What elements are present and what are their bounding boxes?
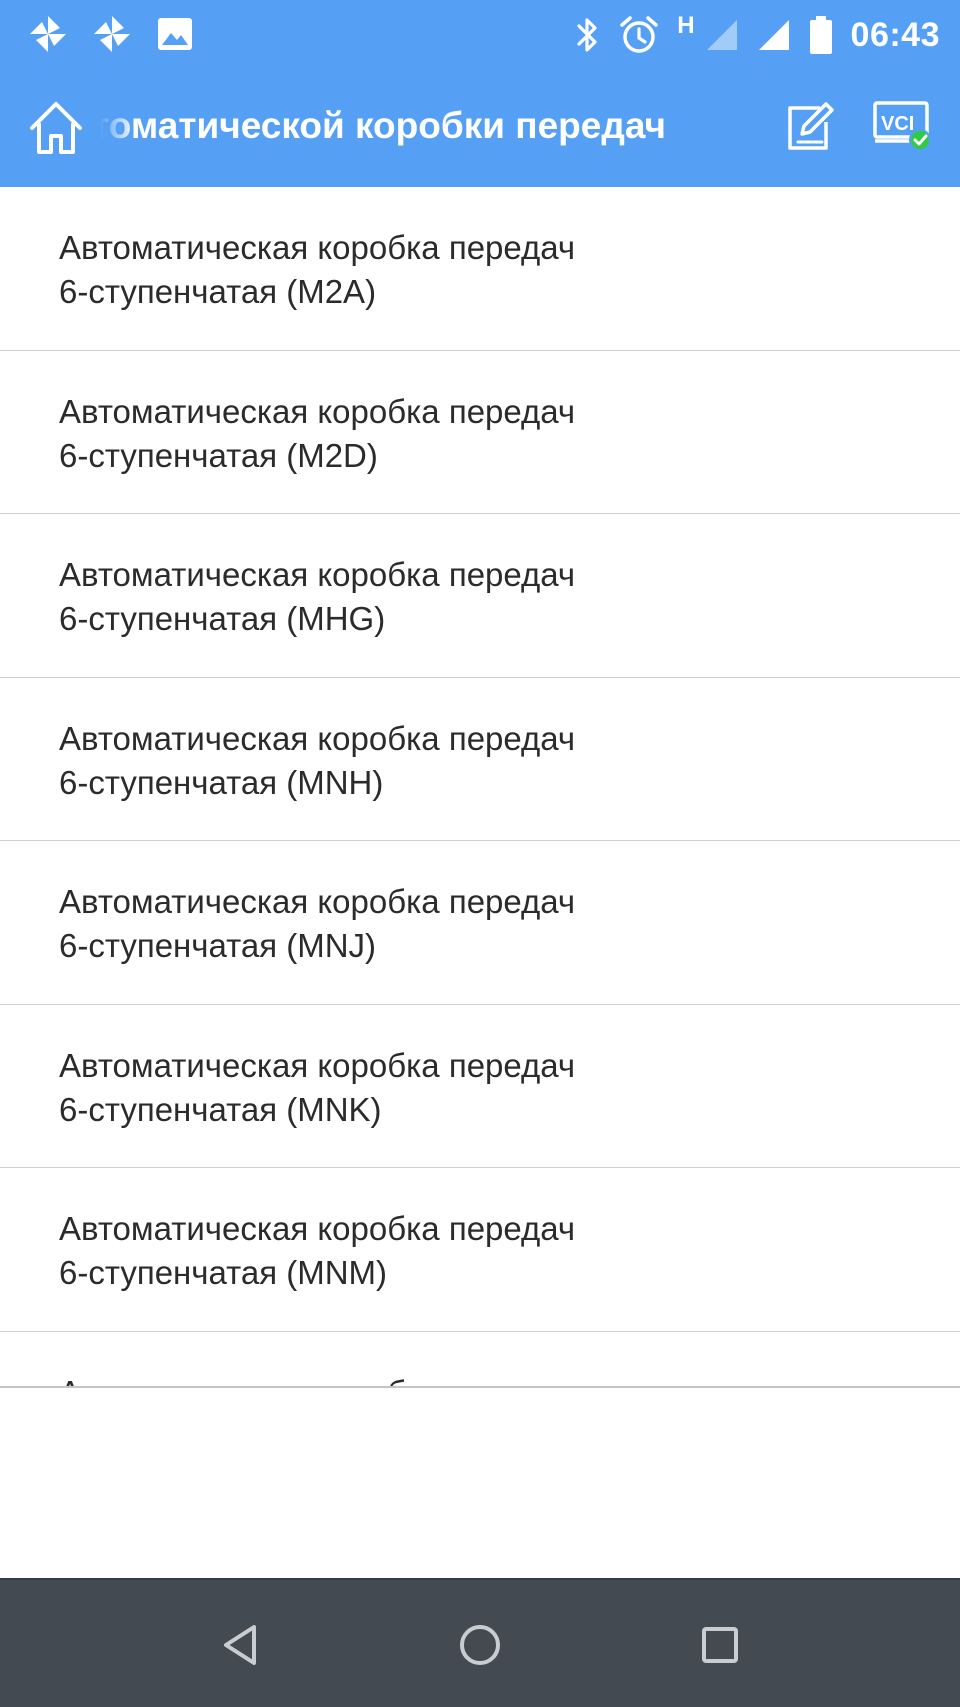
home-circle-icon[interactable] (450, 1615, 510, 1675)
recents-icon[interactable] (690, 1615, 750, 1675)
list-item-title: Автоматическая коробка передач (59, 1371, 960, 1388)
list-bottom-divider (0, 1386, 960, 1388)
list-item[interactable]: Автоматическая коробка передач (0, 1332, 960, 1388)
back-icon[interactable] (210, 1615, 270, 1675)
title-container: Автоматической коробки передач (100, 70, 670, 187)
list-item-text: Автоматическая коробка передач 6-ступенч… (59, 1207, 960, 1295)
image-icon (158, 18, 192, 50)
battery-icon (809, 16, 832, 54)
app-bar: Автоматической коробки передач VCI (0, 70, 960, 187)
list-item-subtitle: 6-ступенчатая (MHG) (59, 600, 386, 637)
list-item-text: Автоматическая коробка передач 6-ступенч… (59, 717, 960, 805)
list-item-title: Автоматическая коробка передач (59, 1046, 576, 1084)
list-item-subtitle: 6-ступенчатая (MNK) (59, 1090, 382, 1128)
system-status-icons: H 06:43 (575, 10, 940, 60)
list-item-text: Автоматическая коробка передач 6-ступенч… (59, 880, 960, 968)
edit-icon[interactable] (786, 100, 834, 152)
list-item[interactable]: Автоматическая коробка передач 6-ступенч… (0, 1005, 960, 1168)
list-item-text: Автоматическая коробка передач 6-ступенч… (59, 553, 960, 641)
list-item-subtitle: 6-ступенчатая (M2A) (59, 273, 377, 310)
signal-icon (758, 20, 789, 50)
list-item-title: Автоматическая коробка передач (59, 556, 576, 593)
list-item[interactable]: Автоматическая коробка передач 6-ступенч… (0, 841, 960, 1005)
list-item[interactable]: Автоматическая коробка передач 6-ступенч… (0, 351, 960, 514)
clock: 06:43 (850, 15, 940, 54)
list-item-title: Автоматическая коробка передач (59, 719, 576, 757)
list-item[interactable]: Автоматическая коробка передач 6-ступенч… (0, 187, 960, 351)
list-item[interactable]: Автоматическая коробка передач 6-ступенч… (0, 678, 960, 841)
list-item[interactable]: Автоматическая коробка передач 6-ступенч… (0, 1168, 960, 1332)
list-item-text: Автоматическая коробка передач (59, 1371, 960, 1388)
list-item-subtitle: 6-ступенчатая (M2D) (59, 436, 378, 474)
signal-icon (706, 20, 737, 50)
title-fade (100, 70, 136, 187)
notification-icons (28, 14, 194, 54)
list-item-text: Автоматическая коробка передач 6-ступенч… (59, 226, 960, 314)
home-icon[interactable] (26, 98, 86, 158)
list-item-subtitle: 6-ступенчатая (MNJ) (59, 927, 377, 964)
screen: H 06:43 Автоматической коробки передач V… (0, 0, 960, 1707)
alarm-icon (620, 16, 658, 53)
vci-label: VCI (881, 113, 914, 135)
list-item-title: Автоматическая коробка передач (59, 883, 576, 920)
list-item-text: Автоматическая коробка передач 6-ступенч… (59, 390, 960, 478)
page-title: Автоматической коробки передач (100, 105, 666, 146)
list-item[interactable]: Автоматическая коробка передач 6-ступенч… (0, 514, 960, 678)
bluetooth-icon (577, 18, 597, 52)
pinwheel-icon (30, 16, 66, 52)
transmission-list: Автоматическая коробка передач 6-ступенч… (0, 187, 960, 1387)
list-item-title: Автоматическая коробка передач (59, 229, 576, 266)
list-item-subtitle: 6-ступенчатая (MNM) (59, 1254, 388, 1291)
list-item-text: Автоматическая коробка передач 6-ступенч… (59, 1044, 960, 1132)
status-bar: H 06:43 (0, 0, 960, 70)
pinwheel-icon (94, 16, 130, 52)
list-item-title: Автоматическая коробка передач (59, 392, 576, 430)
list-item-subtitle: 6-ступенчатая (MNH) (59, 763, 384, 801)
list-item-title: Автоматическая коробка передач (59, 1210, 576, 1247)
vci-status-icon[interactable]: VCI (872, 100, 934, 156)
network-type-label: H (677, 12, 695, 39)
navigation-bar (0, 1578, 960, 1707)
